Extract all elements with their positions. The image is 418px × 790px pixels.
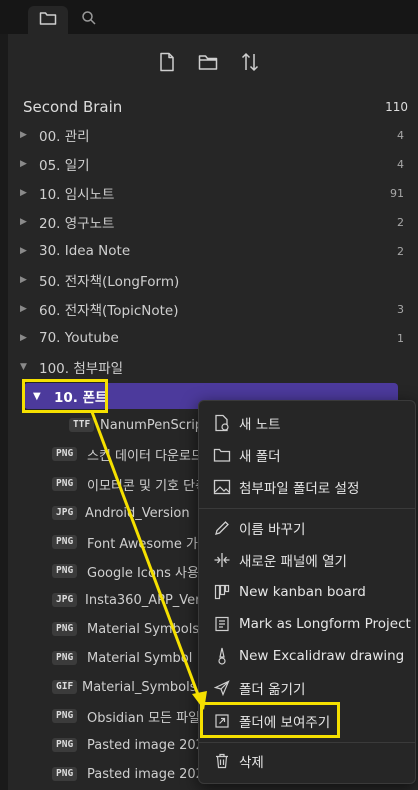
annotation-arrow: [90, 411, 207, 710]
